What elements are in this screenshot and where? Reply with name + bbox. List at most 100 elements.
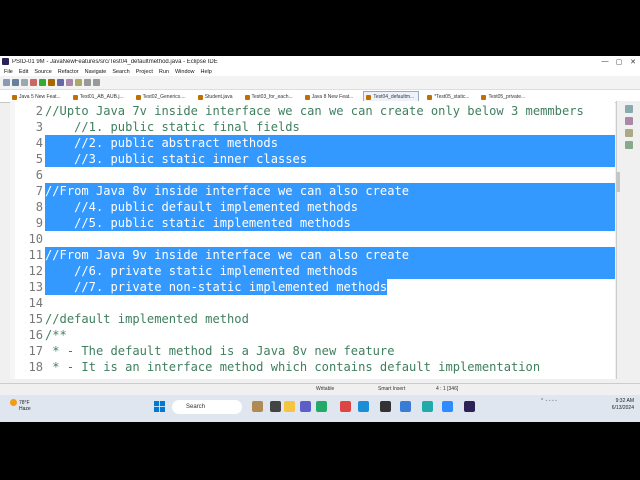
problems-icon[interactable] — [625, 129, 633, 137]
task-view-icon[interactable] — [270, 401, 281, 412]
save-all-icon[interactable] — [21, 79, 28, 86]
code-text[interactable]: //6. private static implemented methods — [45, 263, 615, 279]
code-line[interactable]: 2//Upto Java 7v inside interface we can … — [10, 103, 615, 119]
weather-sun-icon — [10, 399, 17, 406]
line-number: 18 — [28, 360, 43, 374]
line-number: 10 — [28, 232, 43, 246]
menu-help[interactable]: Help — [201, 69, 212, 75]
line-number: 3 — [35, 120, 43, 134]
clock[interactable]: 9:32 AM 6/13/2024 — [596, 398, 634, 412]
line-number: 2 — [35, 104, 43, 118]
right-side-panel — [616, 101, 640, 379]
teams-icon[interactable] — [300, 401, 311, 412]
code-line[interactable]: 15//default implemented method — [10, 311, 615, 327]
line-number: 8 — [35, 200, 43, 214]
run-icon[interactable] — [39, 79, 46, 86]
new-icon[interactable] — [3, 79, 10, 86]
open-type-icon[interactable] — [66, 79, 73, 86]
system-tray-icons[interactable]: ⌃ ◦ ◦ ◦ ◦ — [540, 398, 557, 405]
code-text[interactable]: //3. public static inner classes — [45, 151, 615, 167]
code-line[interactable]: 9 //5. public static implemented methods — [10, 215, 615, 231]
code-line[interactable]: 10 — [10, 231, 615, 247]
line-number: 7 — [35, 184, 43, 198]
code-line[interactable]: 11//From Java 9v inside interface we can… — [10, 247, 615, 263]
code-text[interactable]: //7. private non-static implemented meth… — [45, 279, 388, 295]
windows-start-icon[interactable] — [154, 401, 165, 412]
java-file-icon — [244, 94, 250, 100]
save-icon[interactable] — [12, 79, 19, 86]
weather-widget[interactable]: 78°F Haze — [10, 399, 31, 412]
code-text[interactable]: //2. public abstract methods — [45, 135, 615, 151]
code-line[interactable]: 13 //7. private non-static implemented m… — [10, 279, 615, 295]
code-text[interactable]: //4. public default implemented methods — [45, 199, 615, 215]
debug-icon[interactable] — [30, 79, 37, 86]
java-file-icon — [427, 94, 433, 100]
external-tools-icon[interactable] — [48, 79, 55, 86]
file-explorer-icon[interactable] — [284, 401, 295, 412]
vertical-scrollbar[interactable] — [616, 172, 620, 192]
code-line[interactable]: 7//From Java 8v inside interface we can … — [10, 183, 615, 199]
close-button[interactable]: ✕ — [626, 58, 640, 66]
code-text[interactable]: * - The default method is a Java 8v new … — [45, 343, 394, 359]
search-icon[interactable] — [75, 79, 82, 86]
menu-refactor[interactable]: Refactor — [58, 69, 79, 75]
title-bar: PSID-01 9M - JavaNewFeatures/src/Test04_… — [0, 56, 640, 67]
code-text[interactable]: //Upto Java 7v inside interface we can w… — [45, 103, 584, 119]
code-text[interactable]: //1. public static final fields — [45, 119, 300, 135]
code-line[interactable]: 5 //3. public static inner classes — [10, 151, 615, 167]
insert-mode-status: Smart Insert — [378, 386, 406, 392]
minimize-button[interactable]: — — [598, 58, 612, 65]
eclipse-icon — [2, 58, 9, 65]
menu-file[interactable]: File — [4, 69, 13, 75]
java-file-icon — [12, 94, 17, 100]
eclipse-taskbar-icon[interactable] — [464, 401, 475, 412]
java-file-icon — [366, 94, 372, 100]
zoom-icon[interactable] — [442, 401, 453, 412]
forward-icon[interactable] — [93, 79, 100, 86]
menu-run[interactable]: Run — [159, 69, 169, 75]
line-number: 16 — [28, 328, 43, 342]
edge-icon[interactable] — [358, 401, 369, 412]
code-line[interactable]: 6 — [10, 167, 615, 183]
console-icon[interactable] — [625, 141, 633, 149]
line-number: 11 — [28, 248, 43, 262]
writable-status: Writable — [316, 386, 335, 392]
chrome-icon[interactable] — [340, 401, 351, 412]
back-icon[interactable] — [84, 79, 91, 86]
code-line[interactable]: 14 — [10, 295, 615, 311]
code-line[interactable]: 3 //1. public static final fields — [10, 119, 615, 135]
maximize-button[interactable]: ▢ — [612, 58, 626, 66]
menu-search[interactable]: Search — [112, 69, 129, 75]
menu-bar: File Edit Source Refactor Navigate Searc… — [0, 67, 640, 76]
cursor-position: 4 : 1 [346] — [436, 386, 459, 392]
menu-edit[interactable]: Edit — [19, 69, 28, 75]
code-text[interactable]: //From Java 9v inside interface we can a… — [45, 247, 615, 263]
code-text[interactable]: /** — [45, 327, 67, 343]
menu-window[interactable]: Window — [175, 69, 195, 75]
code-text[interactable]: //From Java 8v inside interface we can a… — [45, 183, 615, 199]
menu-navigate[interactable]: Navigate — [85, 69, 107, 75]
code-line[interactable]: 18 * - It is an interface method which c… — [10, 359, 615, 375]
app3-icon[interactable] — [422, 401, 433, 412]
code-text[interactable]: //default implemented method — [45, 311, 249, 327]
line-number: 9 — [35, 216, 43, 230]
code-editor[interactable]: 2//Upto Java 7v inside interface we can … — [10, 101, 615, 379]
java-file-icon — [304, 94, 310, 100]
code-text[interactable]: //5. public static implemented methods — [45, 215, 615, 231]
code-line[interactable]: 12 //6. private static implemented metho… — [10, 263, 615, 279]
code-line[interactable]: 4 //2. public abstract methods — [10, 135, 615, 151]
code-line[interactable]: 17 * - The default method is a Java 8v n… — [10, 343, 615, 359]
new-java-class-icon[interactable] — [57, 79, 64, 86]
menu-project[interactable]: Project — [136, 69, 153, 75]
menu-source[interactable]: Source — [34, 69, 51, 75]
app2-icon[interactable] — [400, 401, 411, 412]
code-line[interactable]: 16/** — [10, 327, 615, 343]
widgets-icon[interactable] — [252, 401, 263, 412]
task-list-icon[interactable] — [625, 117, 633, 125]
outline-icon[interactable] — [625, 105, 633, 113]
taskbar-search[interactable]: Search — [172, 400, 242, 414]
code-text[interactable]: * - It is an interface method which cont… — [45, 359, 540, 375]
chat-icon[interactable] — [316, 401, 327, 412]
app-icon[interactable] — [380, 401, 391, 412]
code-line[interactable]: 8 //4. public default implemented method… — [10, 199, 615, 215]
